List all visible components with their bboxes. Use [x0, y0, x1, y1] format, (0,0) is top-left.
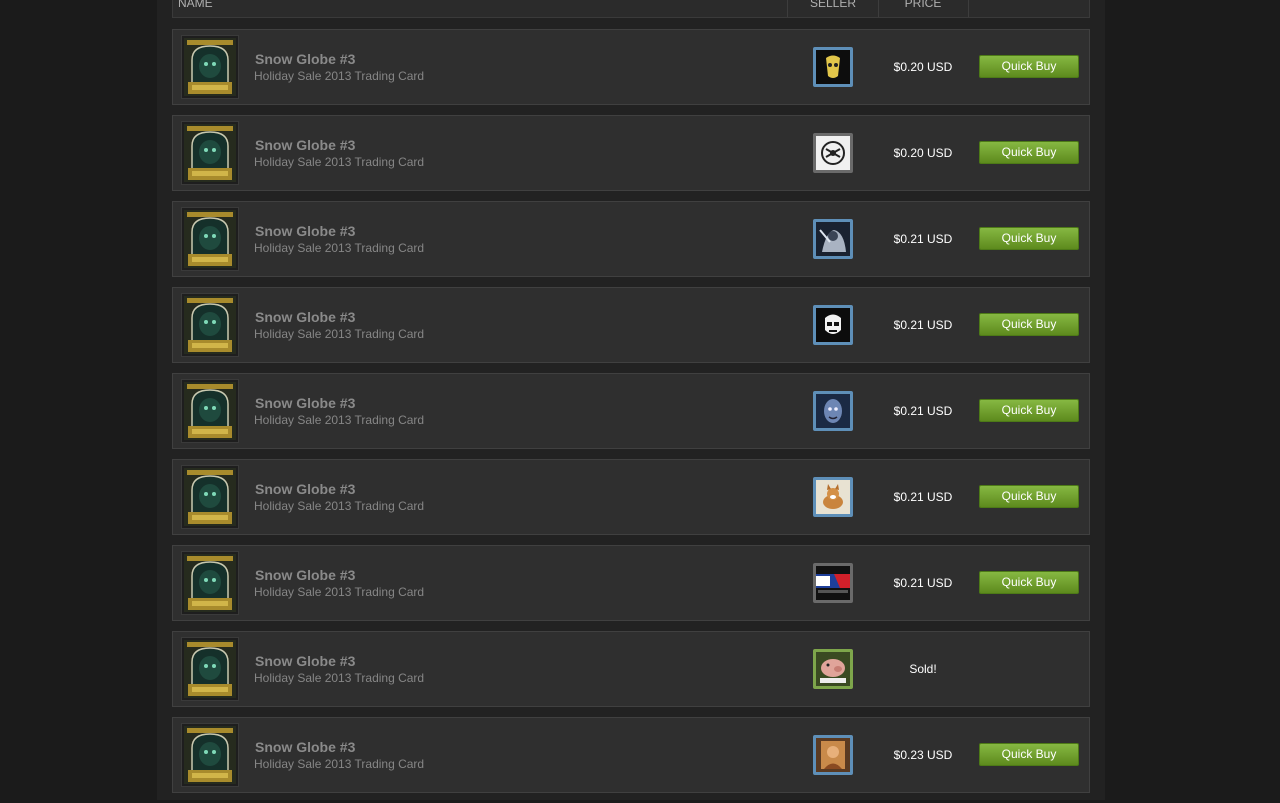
snow-globe-card-thumbnail[interactable] [181, 293, 239, 357]
snow-globe-card-thumbnail[interactable] [181, 465, 239, 529]
item-name[interactable]: Snow Globe #3 [255, 395, 355, 411]
listing-price: $0.21 USD [893, 232, 953, 246]
listing-row: Snow Globe #3 Holiday Sale 2013 Trading … [172, 201, 1090, 277]
listing-row: Snow Globe #3 Holiday Sale 2013 Trading … [172, 631, 1090, 707]
listings-list: Snow Globe #3 Holiday Sale 2013 Trading … [172, 29, 1090, 803]
item-type: Holiday Sale 2013 Trading Card [254, 671, 425, 685]
listing-row: Snow Globe #3 Holiday Sale 2013 Trading … [172, 459, 1090, 535]
quick-buy-button[interactable]: Quick Buy [979, 55, 1079, 78]
item-type: Holiday Sale 2013 Trading Card [254, 757, 425, 771]
listing-row: Snow Globe #3 Holiday Sale 2013 Trading … [172, 287, 1090, 363]
item-name[interactable]: Snow Globe #3 [255, 223, 355, 239]
snow-globe-card-thumbnail[interactable] [181, 637, 239, 701]
listing-row: Snow Globe #3 Holiday Sale 2013 Trading … [172, 29, 1090, 105]
item-type: Holiday Sale 2013 Trading Card [254, 241, 425, 255]
quick-buy-button[interactable]: Quick Buy [979, 571, 1079, 594]
seller-avatar[interactable] [813, 563, 853, 603]
snow-globe-card-thumbnail[interactable] [181, 551, 239, 615]
market-listings-page: NAME SELLER PRICE Snow Globe #3 Holiday … [157, 0, 1105, 800]
seller-avatar[interactable] [813, 649, 853, 689]
seller-avatar[interactable] [813, 305, 853, 345]
seller-avatar[interactable] [813, 391, 853, 431]
item-type: Holiday Sale 2013 Trading Card [254, 585, 425, 599]
item-type: Holiday Sale 2013 Trading Card [254, 69, 425, 83]
seller-avatar[interactable] [813, 477, 853, 517]
listing-row: Snow Globe #3 Holiday Sale 2013 Trading … [172, 115, 1090, 191]
listing-price: $0.20 USD [893, 146, 953, 160]
item-name[interactable]: Snow Globe #3 [255, 653, 355, 669]
snow-globe-card-thumbnail[interactable] [181, 35, 239, 99]
snow-globe-card-thumbnail[interactable] [181, 379, 239, 443]
quick-buy-button[interactable]: Quick Buy [979, 227, 1079, 250]
quick-buy-button[interactable]: Quick Buy [979, 485, 1079, 508]
column-header-name: NAME [178, 0, 213, 10]
seller-avatar[interactable] [813, 735, 853, 775]
seller-avatar[interactable] [813, 219, 853, 259]
listing-row: Snow Globe #3 Holiday Sale 2013 Trading … [172, 717, 1090, 793]
listing-price: $0.21 USD [893, 490, 953, 504]
item-type: Holiday Sale 2013 Trading Card [254, 327, 425, 341]
item-type: Holiday Sale 2013 Trading Card [254, 155, 425, 169]
snow-globe-card-thumbnail[interactable] [181, 723, 239, 787]
seller-avatar[interactable] [813, 133, 853, 173]
quick-buy-button[interactable]: Quick Buy [979, 743, 1079, 766]
item-name[interactable]: Snow Globe #3 [255, 309, 355, 325]
item-type: Holiday Sale 2013 Trading Card [254, 413, 425, 427]
listing-price: $0.21 USD [893, 318, 953, 332]
snow-globe-card-thumbnail[interactable] [181, 207, 239, 271]
item-name[interactable]: Snow Globe #3 [255, 481, 355, 497]
column-header-price: PRICE [878, 0, 969, 17]
quick-buy-button[interactable]: Quick Buy [979, 399, 1079, 422]
item-name[interactable]: Snow Globe #3 [255, 739, 355, 755]
item-name[interactable]: Snow Globe #3 [255, 51, 355, 67]
snow-globe-card-thumbnail[interactable] [181, 121, 239, 185]
quick-buy-button[interactable]: Quick Buy [979, 313, 1079, 336]
column-header-seller: SELLER [787, 0, 879, 17]
item-type: Holiday Sale 2013 Trading Card [254, 499, 425, 513]
listing-row: Snow Globe #3 Holiday Sale 2013 Trading … [172, 545, 1090, 621]
listing-price: $0.21 USD [893, 404, 953, 418]
listing-price: $0.23 USD [893, 748, 953, 762]
quick-buy-button[interactable]: Quick Buy [979, 141, 1079, 164]
seller-avatar[interactable] [813, 47, 853, 87]
listing-status-sold: Sold! [909, 662, 937, 676]
listing-price: $0.20 USD [893, 60, 953, 74]
item-name[interactable]: Snow Globe #3 [255, 567, 355, 583]
listing-row: Snow Globe #3 Holiday Sale 2013 Trading … [172, 373, 1090, 449]
listings-table-header: NAME SELLER PRICE [172, 0, 1090, 18]
listing-price: $0.21 USD [893, 576, 953, 590]
item-name[interactable]: Snow Globe #3 [255, 137, 355, 153]
